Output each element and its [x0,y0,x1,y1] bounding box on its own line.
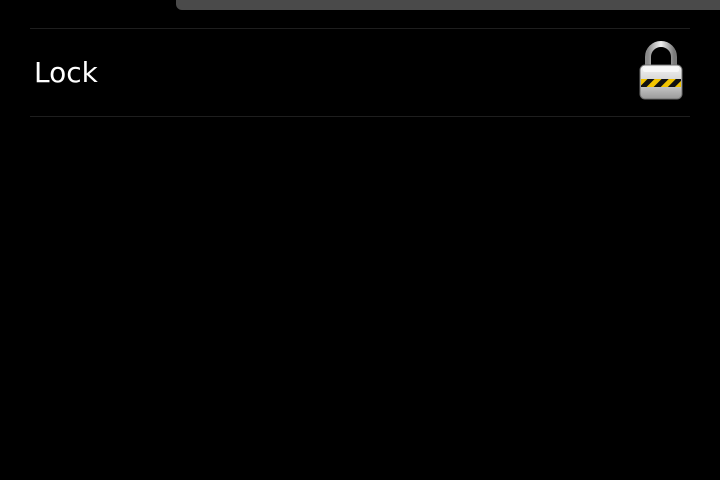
divider-bottom [30,116,690,117]
lock-label: Lock [34,56,98,89]
top-bar [176,0,720,10]
padlock-icon [636,41,686,103]
screen: Lock [0,0,720,480]
lock-row[interactable]: Lock [30,29,690,116]
